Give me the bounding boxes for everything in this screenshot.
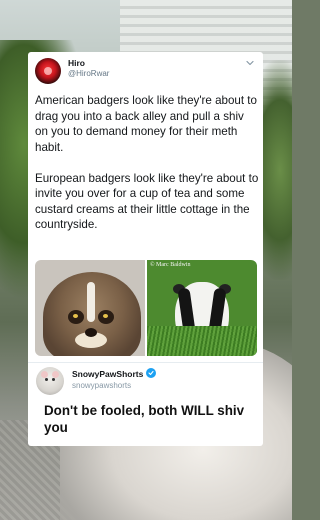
badger-nose — [85, 328, 97, 337]
grass — [147, 326, 257, 356]
tweet-card: Hiro @HiroRwar American badgers look lik… — [28, 52, 263, 446]
photo-credit: © Marc Baldwin — [150, 262, 191, 268]
tweet-paragraph: European badgers look like they're about… — [35, 171, 259, 232]
tweet-text: American badgers look like they're about… — [35, 93, 259, 233]
european-badger-photo[interactable]: © Marc Baldwin — [147, 260, 257, 356]
badger-eye — [103, 314, 108, 318]
reply-header: SnowyPawShorts snowypawshorts — [28, 365, 263, 399]
tweet-header: Hiro @HiroRwar — [28, 52, 263, 88]
reply-text: Don't be fooled, both WILL shiv you — [44, 403, 245, 435]
avatar-highlight — [44, 67, 52, 75]
reply-avatar[interactable] — [36, 367, 64, 395]
cat-ear — [52, 371, 59, 378]
cat-ear — [41, 371, 48, 378]
author-avatar[interactable] — [35, 58, 61, 84]
divider — [28, 362, 263, 363]
reply-author-handle[interactable]: snowypawshorts — [72, 381, 131, 390]
verified-check-icon — [146, 368, 156, 378]
tweet-media[interactable]: © Marc Baldwin — [35, 260, 257, 356]
author-handle[interactable]: @HiroRwar — [68, 69, 109, 78]
tweet-paragraph: American badgers look like they're about… — [35, 94, 257, 154]
american-badger-photo[interactable] — [35, 260, 145, 356]
badger-eye — [73, 314, 78, 318]
badger-stripe — [87, 282, 95, 322]
reply-author-name[interactable]: SnowyPawShorts — [72, 369, 143, 379]
author-name[interactable]: Hiro — [68, 58, 85, 68]
cat-eye — [52, 378, 55, 381]
cat-eye — [45, 378, 48, 381]
chevron-down-icon[interactable] — [245, 58, 255, 68]
